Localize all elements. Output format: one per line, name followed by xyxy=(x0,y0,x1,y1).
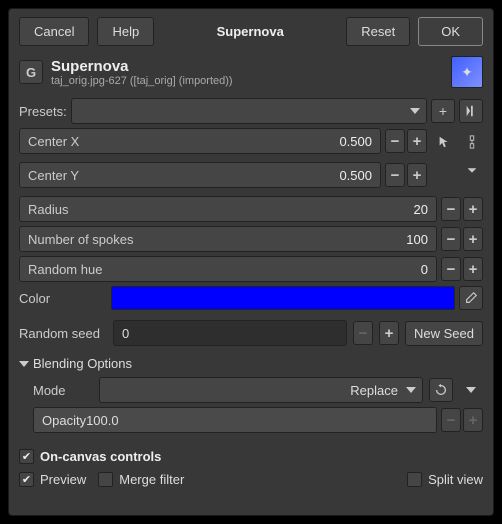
dialog-title: Supernova xyxy=(162,24,338,39)
preview-label: Preview xyxy=(40,472,86,487)
chevron-down-icon xyxy=(410,108,420,114)
spokes-decr[interactable]: − xyxy=(441,227,461,251)
mode-label: Mode xyxy=(33,383,93,398)
opacity-decr[interactable]: − xyxy=(441,408,461,432)
ok-button[interactable]: OK xyxy=(418,17,483,46)
mode-menu-icon[interactable] xyxy=(459,378,483,402)
units-dropdown[interactable] xyxy=(460,158,484,182)
preview-thumbnail[interactable]: ✦ xyxy=(451,56,483,88)
chevron-down-icon xyxy=(19,361,29,367)
spokes-incr[interactable]: + xyxy=(463,227,483,251)
on-canvas-label: On-canvas controls xyxy=(40,449,161,464)
preset-add-button[interactable]: + xyxy=(431,99,455,123)
header: G Supernova taj_orig.jpg-627 ([taj_orig]… xyxy=(19,56,483,88)
radius-incr[interactable]: + xyxy=(463,197,483,221)
new-seed-button[interactable]: New Seed xyxy=(405,321,483,346)
help-button[interactable]: Help xyxy=(97,17,154,46)
seed-incr[interactable]: + xyxy=(379,321,399,345)
preview-checkbox[interactable]: ✔ xyxy=(19,472,34,487)
merge-filter-label: Merge filter xyxy=(119,472,184,487)
reset-button[interactable]: Reset xyxy=(346,17,410,46)
top-button-bar: Cancel Help Supernova Reset OK xyxy=(19,17,483,46)
center-y-incr[interactable]: + xyxy=(407,163,427,187)
center-x-decr[interactable]: − xyxy=(385,129,405,153)
seed-decr[interactable]: − xyxy=(353,321,373,345)
spokes-input[interactable]: Number of spokes 100 xyxy=(19,226,437,252)
merge-filter-checkbox[interactable] xyxy=(98,472,113,487)
center-x-incr[interactable]: + xyxy=(407,129,427,153)
randhue-decr[interactable]: − xyxy=(441,257,461,281)
opacity-incr[interactable]: + xyxy=(463,408,483,432)
color-label: Color xyxy=(19,291,107,306)
opacity-slider[interactable]: Opacity 100.0 xyxy=(33,407,437,433)
center-y-decr[interactable]: − xyxy=(385,163,405,187)
dialog-window: Cancel Help Supernova Reset OK G Superno… xyxy=(8,8,494,516)
split-view-checkbox[interactable] xyxy=(407,472,422,487)
radius-decr[interactable]: − xyxy=(441,197,461,221)
preset-menu-button[interactable] xyxy=(459,99,483,123)
on-canvas-checkbox[interactable]: ✔ xyxy=(19,449,34,464)
seed-input[interactable]: 0 xyxy=(113,320,347,346)
randhue-incr[interactable]: + xyxy=(463,257,483,281)
blending-title: Blending Options xyxy=(33,356,132,371)
split-view-label: Split view xyxy=(428,472,483,487)
pick-point-button[interactable] xyxy=(432,130,456,154)
chevron-down-icon xyxy=(406,387,416,393)
presets-label: Presets: xyxy=(19,104,67,119)
center-y-input[interactable]: Center Y 0.500 xyxy=(19,162,381,188)
gimp-logo-icon: G xyxy=(19,60,43,84)
mode-reset-button[interactable] xyxy=(429,378,453,402)
color-picker-button[interactable] xyxy=(459,286,483,310)
mode-dropdown[interactable]: Replace xyxy=(99,377,423,403)
radius-input[interactable]: Radius 20 xyxy=(19,196,437,222)
seed-label: Random seed xyxy=(19,326,107,341)
random-hue-input[interactable]: Random hue 0 xyxy=(19,256,437,282)
center-x-input[interactable]: Center X 0.500 xyxy=(19,128,381,154)
blending-expander[interactable]: Blending Options xyxy=(19,356,483,371)
color-swatch[interactable] xyxy=(111,286,455,310)
cancel-button[interactable]: Cancel xyxy=(19,17,89,46)
link-icon[interactable] xyxy=(460,130,484,154)
image-path-label: taj_orig.jpg-627 ([taj_orig] (imported)) xyxy=(51,75,233,87)
filter-name: Supernova xyxy=(51,58,233,75)
presets-dropdown[interactable] xyxy=(71,98,427,124)
